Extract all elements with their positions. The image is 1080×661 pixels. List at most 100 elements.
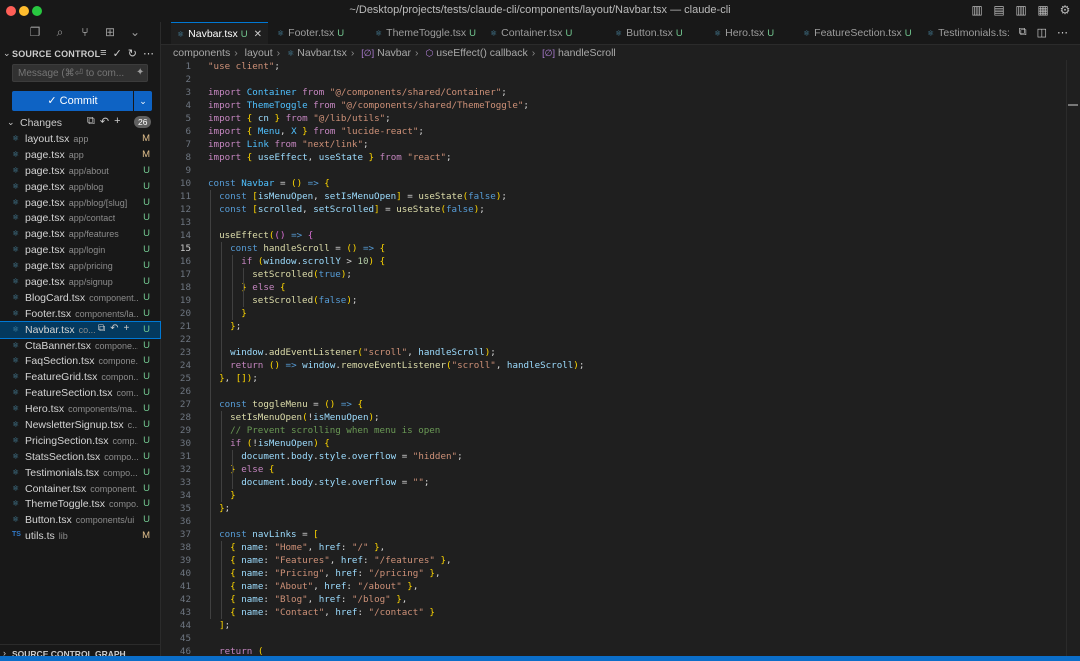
code-line[interactable]: 35 }; — [161, 502, 1066, 515]
commit-dropdown-button[interactable]: ⌄ — [134, 91, 152, 111]
code-line[interactable]: 9 — [161, 164, 1066, 177]
code-line[interactable]: 45 — [161, 632, 1066, 645]
code-editor[interactable]: 1 "use client"; 2 3 import Container from "@… — [161, 60, 1080, 656]
changed-file-row[interactable]: ⚛ FeatureSection.tsxcom... U — [0, 385, 160, 401]
changed-file-row[interactable]: ⚛ Navbar.tsx co... ⧉ ↶ + U — [0, 320, 161, 339]
breadcrumb-item[interactable]: Navbar — [377, 47, 411, 59]
changed-file-row[interactable]: ⚛ Testimonials.tsx compo... U — [0, 465, 160, 481]
changed-file-row[interactable]: ⚛ Container.tsx component... U — [0, 481, 160, 497]
discard-all-icon[interactable]: ↶ — [100, 115, 109, 128]
toggle-panel-icon[interactable]: ▤ — [992, 3, 1006, 17]
changed-file-row[interactable]: ⚛ page.tsx app/pricing U — [0, 258, 160, 274]
breadcrumb-item[interactable]: layout — [245, 47, 273, 59]
toggle-primary-sidebar-icon[interactable]: ▥ — [970, 3, 984, 17]
code-line[interactable]: 14 useEffect(() => { — [161, 229, 1066, 242]
code-line[interactable]: 30 if (!isMenuOpen) { — [161, 437, 1066, 450]
code-line[interactable]: 10 const Navbar = () => { — [161, 177, 1066, 190]
editor-tab[interactable]: ⚛ Hero.tsx U — [708, 22, 780, 44]
stage-all-icon[interactable]: + — [114, 115, 120, 128]
code-line[interactable]: 19 setScrolled(false); — [161, 294, 1066, 307]
code-line[interactable]: 3 import Container from "@/components/sha… — [161, 86, 1066, 99]
code-line[interactable]: 21 }; — [161, 320, 1066, 333]
search-icon[interactable]: ⌕ — [53, 25, 67, 40]
code-line[interactable]: 27 const toggleMenu = () => { — [161, 398, 1066, 411]
changed-file-row[interactable]: ⚛ page.tsx app/features U — [0, 226, 160, 242]
refresh-icon[interactable]: ↻ — [128, 47, 137, 60]
commit-message-input[interactable] — [12, 64, 148, 82]
changed-file-row[interactable]: TS utils.ts lib M — [0, 528, 160, 544]
code-line[interactable]: 32 } else { — [161, 463, 1066, 476]
code-line[interactable]: 25 }, []); — [161, 372, 1066, 385]
changed-file-row[interactable]: ⚛ page.tsx app/contact U — [0, 210, 160, 226]
code-line[interactable]: 23 window.addEventListener("scroll", han… — [161, 346, 1066, 359]
editor-tab[interactable]: ⚛ Footer.tsx U — [271, 22, 350, 44]
code-line[interactable]: 44 ]; — [161, 619, 1066, 632]
code-line[interactable]: 7 import Link from "next/link"; — [161, 138, 1066, 151]
changed-file-row[interactable]: ⚛ layout.tsx app M — [0, 131, 160, 147]
editor-tab[interactable]: ⚛ Button.tsx U — [609, 22, 689, 44]
changes-group-header[interactable]: ⌄ Changes ⧉ ↶ + 26 — [0, 115, 160, 131]
code-line[interactable]: 17 setScrolled(true); — [161, 268, 1066, 281]
commit-check-icon[interactable]: ✓ — [113, 47, 122, 60]
editor-tab[interactable]: ⚛ Navbar.tsx U ✕ — [171, 22, 269, 44]
more-actions-icon[interactable]: ⋯ — [1057, 26, 1068, 39]
changed-file-row[interactable]: ⚛ page.tsx app/login U — [0, 242, 160, 258]
changed-file-row[interactable]: ⚛ page.tsx app/blog/[slug] U — [0, 195, 160, 211]
code-line[interactable]: 37 const navLinks = [ — [161, 528, 1066, 541]
changed-file-row[interactable]: ⚛ page.tsx app/blog U — [0, 179, 160, 195]
code-line[interactable]: 26 — [161, 385, 1066, 398]
code-line[interactable]: 41 { name: "About", href: "/about" }, — [161, 580, 1066, 593]
changed-file-row[interactable]: ⚛ BlogCard.tsx component... U — [0, 290, 160, 306]
more-actions-icon[interactable]: ⋯ — [143, 47, 154, 60]
stage-changes-icon[interactable]: + — [124, 323, 130, 334]
code-line[interactable]: 43 { name: "Contact", href: "/contact" } — [161, 606, 1066, 619]
settings-gear-icon[interactable]: ⚙ — [1058, 3, 1072, 17]
discard-changes-icon[interactable]: ↶ — [110, 323, 118, 334]
editor-tab[interactable]: ⚛ Container.tsx U — [484, 22, 578, 44]
toggle-secondary-sidebar-icon[interactable]: ▥ — [1014, 3, 1028, 17]
changed-file-row[interactable]: ⚛ ThemeToggle.tsxcompo... U — [0, 496, 160, 512]
scrollbar-track[interactable] — [1066, 60, 1067, 656]
editor-tab[interactable]: ⚛ FeatureSection.tsx U — [797, 22, 918, 44]
breadcrumb-item[interactable]: components — [173, 47, 230, 59]
extensions-icon[interactable]: ⊞ — [103, 25, 117, 40]
view-as-list-icon[interactable]: ≡ — [100, 47, 106, 60]
code-line[interactable]: 20 } — [161, 307, 1066, 320]
code-line[interactable]: 1 "use client"; — [161, 60, 1066, 73]
code-line[interactable]: 39 { name: "Features", href: "/features"… — [161, 554, 1066, 567]
changed-file-row[interactable]: ⚛ NewsletterSignup.tsxc... U — [0, 417, 160, 433]
code-line[interactable]: 11 const [isMenuOpen, setIsMenuOpen] = u… — [161, 190, 1066, 203]
code-line[interactable]: 18 } else { — [161, 281, 1066, 294]
chevron-down-icon[interactable]: ⌄ — [128, 25, 142, 40]
code-line[interactable]: 13 — [161, 216, 1066, 229]
code-line[interactable]: 38 { name: "Home", href: "/" }, — [161, 541, 1066, 554]
breadcrumb-item[interactable]: Navbar.tsx — [297, 47, 347, 59]
code-line[interactable]: 6 import { Menu, X } from "lucide-react"; — [161, 125, 1066, 138]
editor-tab[interactable]: ⚛ ThemeToggle.tsx U — [369, 22, 482, 44]
code-line[interactable]: 12 const [scrolled, setScrolled] = useSt… — [161, 203, 1066, 216]
code-line[interactable]: 46 return ( — [161, 645, 1066, 656]
breadcrumb-item[interactable]: handleScroll — [558, 47, 616, 59]
customize-layout-icon[interactable]: ▦ — [1036, 3, 1050, 17]
source-control-header[interactable]: ⌄ SOURCE CONTROL ≡ ✓ ↻ ⋯ — [0, 47, 160, 63]
code-line[interactable]: 29 // Prevent scrolling when menu is ope… — [161, 424, 1066, 437]
code-line[interactable]: 36 — [161, 515, 1066, 528]
close-icon[interactable]: ✕ — [254, 29, 262, 40]
code-line[interactable]: 34 } — [161, 489, 1066, 502]
code-line[interactable]: 16 if (window.scrollY > 10) { — [161, 255, 1066, 268]
split-editor-icon[interactable]: ◫ — [1037, 26, 1047, 39]
source-control-icon[interactable]: ⑂ — [78, 25, 92, 40]
code-line[interactable]: 24 return () => window.removeEventListen… — [161, 359, 1066, 372]
code-line[interactable]: 15 const handleScroll = () => { — [161, 242, 1066, 255]
code-line[interactable]: 28 setIsMenuOpen(!isMenuOpen); — [161, 411, 1066, 424]
open-changes-icon[interactable]: ⧉ — [1019, 26, 1027, 39]
code-line[interactable]: 8 import { useEffect, useState } from "re… — [161, 151, 1066, 164]
changed-file-row[interactable]: ⚛ Footer.tsx components/la... U — [0, 306, 160, 322]
changed-file-row[interactable]: ⚛ page.tsx app M — [0, 147, 160, 163]
changed-file-row[interactable]: ⚛ Button.tsx components/ui U — [0, 512, 160, 528]
breadcrumb-item[interactable]: useEffect() callback — [436, 47, 527, 59]
code-line[interactable]: 5 import { cn } from "@/lib/utils"; — [161, 112, 1066, 125]
changed-file-row[interactable]: ⚛ FaqSection.tsxcompone... U — [0, 353, 160, 369]
changed-file-row[interactable]: ⚛ page.tsx app/signup U — [0, 274, 160, 290]
code-line[interactable]: 42 { name: "Blog", href: "/blog" }, — [161, 593, 1066, 606]
